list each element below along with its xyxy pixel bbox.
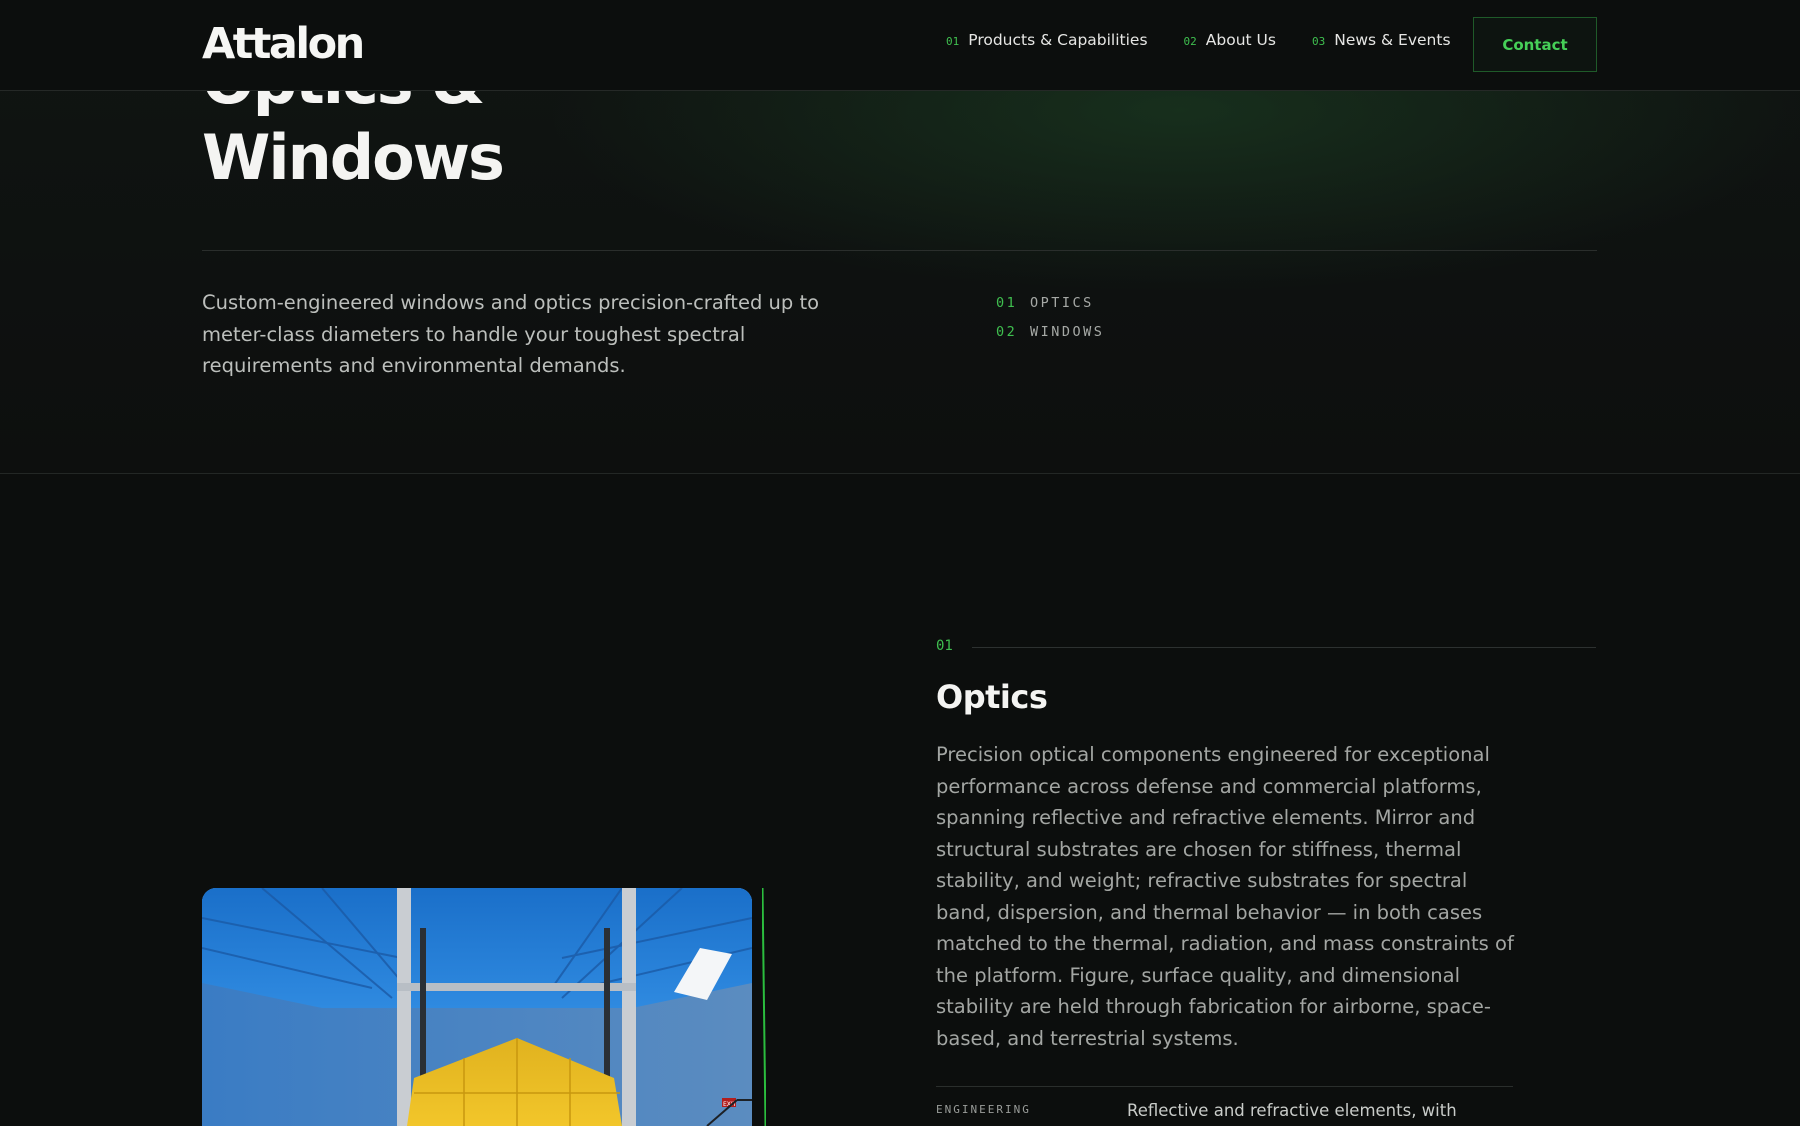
spec-label: ENGINEERING xyxy=(936,1103,1031,1116)
nav-item-number: 01 xyxy=(946,35,960,48)
nav-item-label: News & Events xyxy=(1334,31,1451,49)
nav-item-products[interactable]: 01 Products & Capabilities xyxy=(946,31,1148,49)
hero-intro: Custom-engineered windows and optics pre… xyxy=(202,291,820,377)
section-description: Precision optical components engineered … xyxy=(936,743,1514,1050)
section-index-label: OPTICS xyxy=(1030,294,1094,311)
nav-item-number: 02 xyxy=(1183,35,1197,48)
section-title: Optics xyxy=(936,678,1048,716)
section-index-number: 02 xyxy=(996,323,1018,340)
nav-links: 01 Products & Capabilities 02 About Us 0… xyxy=(946,31,1487,49)
cleanroom-illustration: EXIT xyxy=(202,888,752,1126)
brand-logo[interactable]: Attalon xyxy=(202,19,365,69)
section-index-item-windows[interactable]: 02 WINDOWS xyxy=(996,317,1104,346)
section-index-label: WINDOWS xyxy=(1030,323,1105,340)
spec-divider xyxy=(936,1086,1513,1087)
nav-item-number: 03 xyxy=(1311,35,1326,48)
hero-divider xyxy=(202,250,1597,251)
page-title-line-2: Windows xyxy=(202,121,505,194)
spec-text: Reflective and refractive elements, with xyxy=(1127,1101,1457,1120)
nav-item-label: About Us xyxy=(1205,31,1276,49)
optics-photo: EXIT xyxy=(202,888,752,1126)
accent-line xyxy=(762,888,766,1126)
section-number: 01 xyxy=(936,638,953,654)
nav-item-label: Products & Capabilities xyxy=(968,31,1148,49)
nav-item-about[interactable]: 02 About Us xyxy=(1184,31,1276,49)
nav-item-news[interactable]: 03 News & Events xyxy=(1312,31,1451,49)
section-index-item-optics[interactable]: 01 OPTICS xyxy=(996,288,1104,317)
section-index: 01 OPTICS 02 WINDOWS xyxy=(996,288,1104,346)
section-index-number: 01 xyxy=(996,294,1018,311)
contact-button[interactable]: Contact xyxy=(1473,17,1597,72)
section-divider xyxy=(972,647,1596,648)
top-navigation: Attalon 01 Products & Capabilities 02 Ab… xyxy=(0,0,1800,91)
